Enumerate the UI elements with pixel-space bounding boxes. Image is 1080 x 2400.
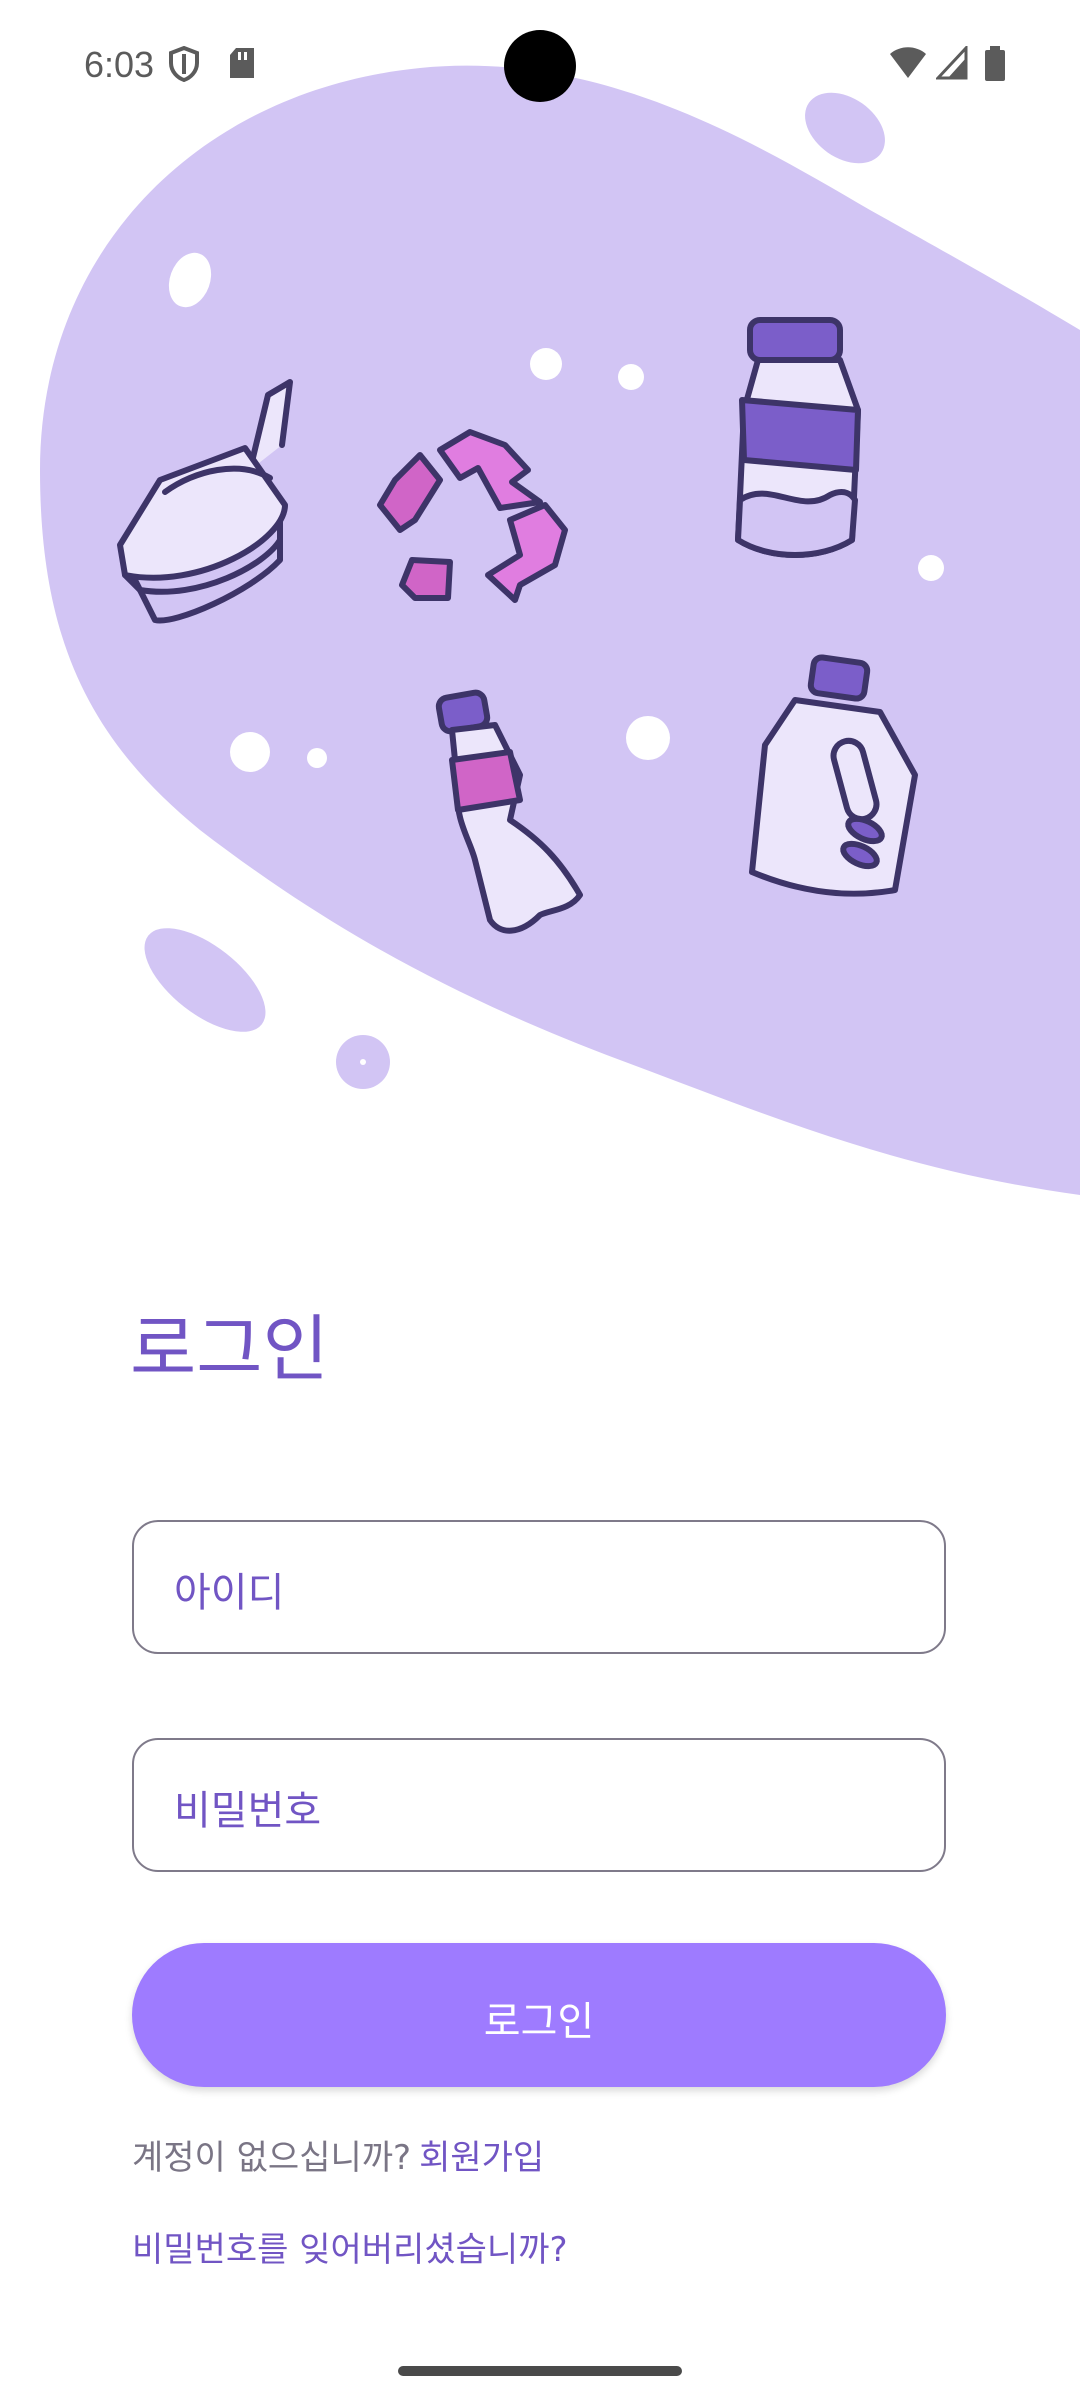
camera-cutout bbox=[504, 30, 576, 102]
forgot-password-link[interactable]: 비밀번호를 잊어버리셨습니까? bbox=[132, 2222, 568, 2271]
background-blob bbox=[40, 65, 1080, 1196]
login-button-label: 로그인 bbox=[483, 1999, 595, 2045]
signup-row: 계정이 없으십니까? 회원가입 bbox=[132, 2130, 544, 2179]
login-screen: 6:03 로그인 아이디 비밀번호 로그인 계정이 없으십니까? 회원가입 비밀… bbox=[0, 0, 1080, 2400]
id-input[interactable]: 아이디 bbox=[132, 1520, 946, 1654]
water-bottle-icon bbox=[735, 317, 861, 558]
login-button[interactable]: 로그인 bbox=[132, 1943, 946, 2087]
wifi-icon bbox=[890, 47, 926, 78]
signup-link[interactable]: 회원가입 bbox=[419, 2138, 544, 2178]
sd-card-icon bbox=[230, 48, 254, 78]
clock: 6:03 bbox=[84, 44, 155, 85]
signup-prompt: 계정이 없으십니까? bbox=[132, 2138, 412, 2178]
password-input[interactable]: 비밀번호 bbox=[132, 1738, 946, 1872]
home-indicator[interactable] bbox=[398, 2366, 682, 2376]
page-title: 로그인 bbox=[130, 1307, 329, 1391]
blob-dot bbox=[144, 928, 266, 1032]
battery-icon bbox=[985, 46, 1005, 81]
id-placeholder: 아이디 bbox=[174, 1570, 285, 1616]
signal-icon bbox=[936, 46, 968, 80]
hero-illustration bbox=[40, 65, 1080, 1196]
shield-icon bbox=[169, 46, 199, 82]
password-placeholder: 비밀번호 bbox=[174, 1788, 322, 1834]
